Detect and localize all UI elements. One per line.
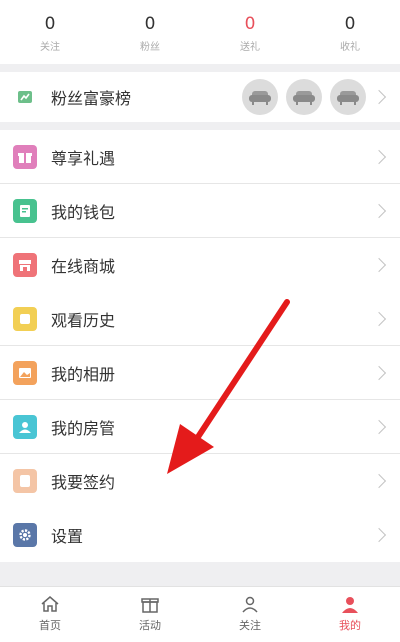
menu-item-label: 我的房管 bbox=[51, 418, 116, 438]
menu-group-1: 尊享礼遇 我的钱包 在线商城 bbox=[0, 130, 400, 292]
menu-item-room-admin[interactable]: 我的房管 bbox=[0, 400, 400, 454]
tab-activity[interactable]: 活动 bbox=[100, 587, 200, 642]
stat-received-gifts-count: 0 bbox=[344, 14, 356, 34]
gift-icon bbox=[141, 598, 159, 613]
menu-item-settings[interactable]: 设置 bbox=[0, 508, 400, 562]
menu-item-label: 我的钱包 bbox=[51, 202, 116, 222]
tab-mine[interactable]: 我的 bbox=[300, 587, 400, 642]
stat-follow[interactable]: 0 关注 bbox=[0, 0, 100, 64]
menu-item-label: 粉丝富豪榜 bbox=[51, 89, 132, 108]
wallet-icon bbox=[13, 198, 37, 223]
rank-icon bbox=[13, 85, 37, 109]
tab-label: 首页 bbox=[39, 619, 61, 632]
stat-follow-label: 关注 bbox=[40, 42, 60, 53]
stat-follow-count: 0 bbox=[44, 14, 56, 34]
bottom-tab-bar: 首页 活动 关注 我的 bbox=[0, 586, 400, 642]
menu-item-label: 设置 bbox=[51, 527, 84, 546]
stats-bar: 0 关注 0 粉丝 0 送礼 0 收礼 bbox=[0, 0, 400, 64]
chevron-right-icon bbox=[371, 419, 387, 434]
room-admin-icon bbox=[13, 414, 37, 439]
chevron-right-icon bbox=[371, 149, 387, 164]
fans-rank-group: 粉丝富豪榜 bbox=[0, 72, 400, 122]
menu-item-wallet[interactable]: 我的钱包 bbox=[0, 184, 400, 238]
chevron-right-icon bbox=[371, 527, 387, 543]
sofa-icon bbox=[286, 79, 322, 115]
menu-item-fans-rank[interactable]: 粉丝富豪榜 bbox=[0, 72, 400, 122]
tab-label: 活动 bbox=[139, 619, 161, 632]
menu-group-2: 观看历史 我的相册 我的房管 我要签约 bbox=[0, 292, 400, 508]
chevron-right-icon bbox=[371, 473, 387, 489]
menu-item-sign-contract[interactable]: 我要签约 bbox=[0, 454, 400, 508]
menu-item-album[interactable]: 我的相册 bbox=[0, 346, 400, 400]
follow-icon bbox=[242, 596, 258, 613]
tab-label: 我的 bbox=[339, 619, 361, 632]
menu-item-vip-gifts[interactable]: 尊享礼遇 bbox=[0, 130, 400, 184]
stat-sent-gifts[interactable]: 0 送礼 bbox=[200, 0, 300, 64]
stat-sent-gifts-count: 0 bbox=[244, 14, 256, 34]
chevron-right-icon bbox=[371, 311, 387, 326]
menu-item-label: 我的相册 bbox=[51, 364, 116, 384]
menu-item-label: 在线商城 bbox=[51, 257, 116, 276]
menu-item-store[interactable]: 在线商城 bbox=[0, 238, 400, 292]
store-icon bbox=[13, 253, 37, 277]
tab-label: 关注 bbox=[239, 619, 261, 632]
sofa-icon bbox=[242, 79, 278, 115]
contract-icon bbox=[13, 469, 37, 493]
gift-box-icon bbox=[13, 144, 37, 169]
settings-group: 设置 bbox=[0, 508, 400, 562]
gear-icon bbox=[13, 523, 37, 547]
menu-item-label: 尊享礼遇 bbox=[51, 148, 116, 168]
history-icon bbox=[13, 306, 37, 331]
top-fans-avatars bbox=[242, 79, 366, 115]
tab-home[interactable]: 首页 bbox=[0, 587, 100, 642]
chevron-right-icon bbox=[371, 203, 387, 218]
stat-sent-gifts-label: 送礼 bbox=[240, 42, 260, 53]
profile-icon bbox=[342, 597, 358, 613]
stat-fans[interactable]: 0 粉丝 bbox=[100, 0, 200, 64]
chevron-right-icon bbox=[371, 89, 387, 105]
stat-received-gifts[interactable]: 0 收礼 bbox=[300, 0, 400, 64]
stat-fans-count: 0 bbox=[144, 14, 156, 34]
album-icon bbox=[13, 360, 37, 385]
home-icon bbox=[41, 596, 59, 612]
stat-fans-label: 粉丝 bbox=[140, 42, 160, 53]
menu-item-label: 我要签约 bbox=[51, 473, 116, 492]
menu-item-watch-history[interactable]: 观看历史 bbox=[0, 292, 400, 346]
stat-received-gifts-label: 收礼 bbox=[340, 42, 360, 53]
chevron-right-icon bbox=[371, 257, 387, 273]
menu-item-label: 观看历史 bbox=[51, 310, 116, 330]
tab-follow[interactable]: 关注 bbox=[200, 587, 300, 642]
sofa-icon bbox=[330, 79, 366, 115]
chevron-right-icon bbox=[371, 365, 387, 380]
